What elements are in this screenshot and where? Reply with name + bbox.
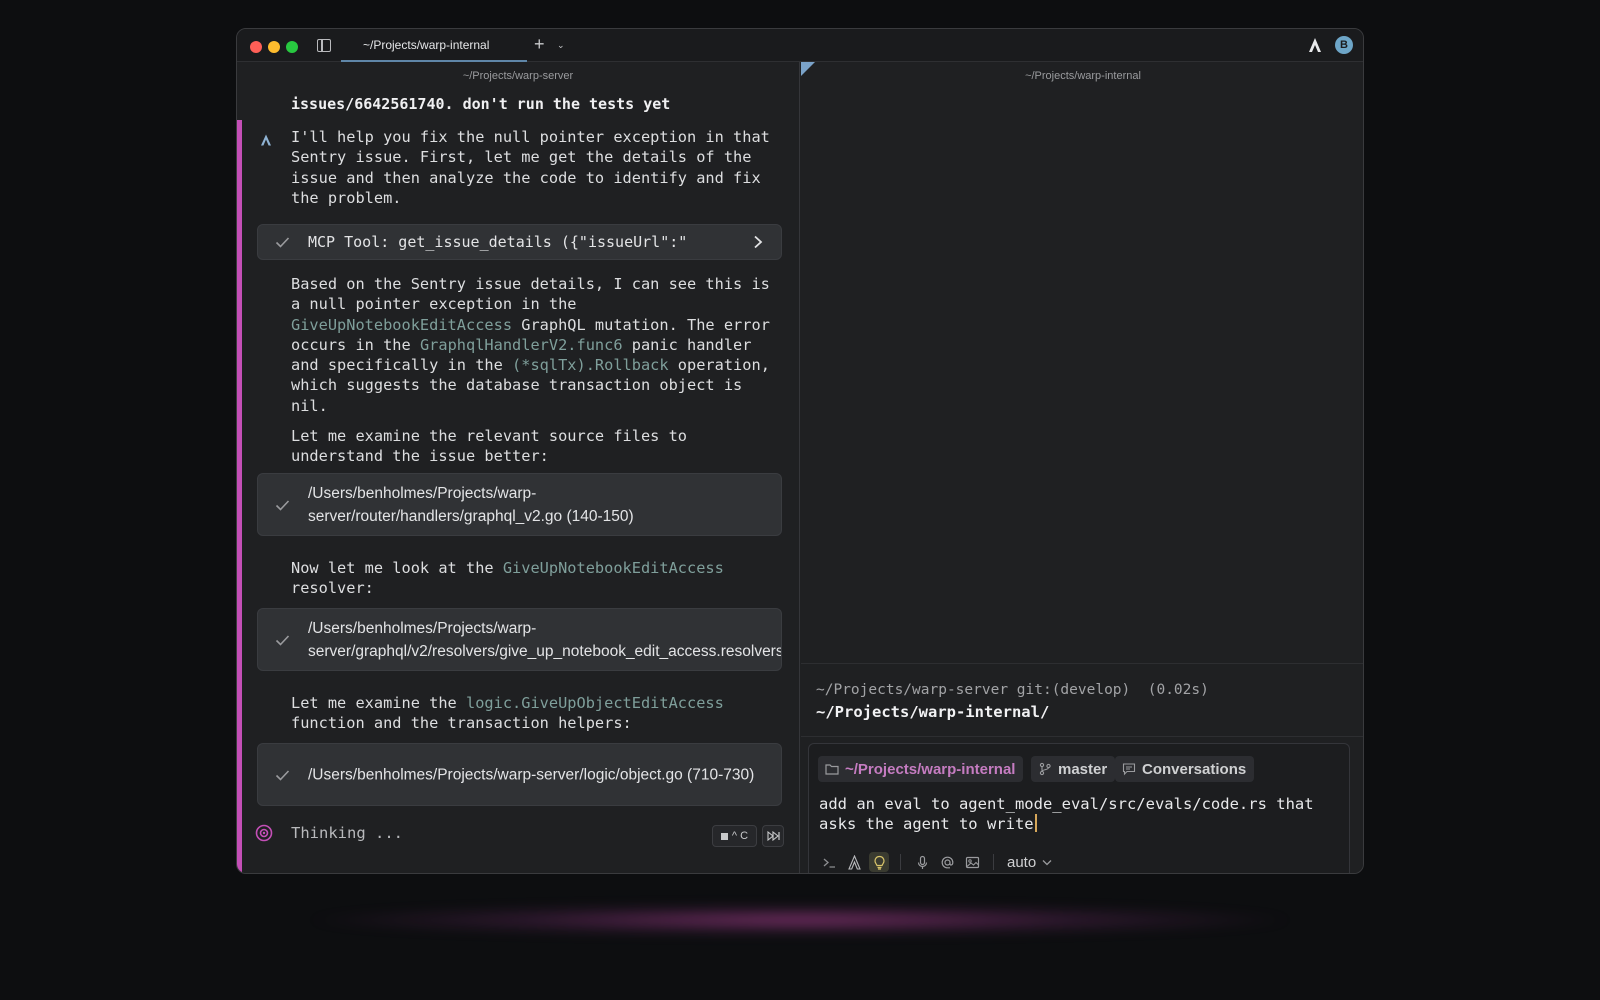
file-path: /Users/benholmes/Projects/warp-server/ro… xyxy=(308,484,634,525)
inline-code: GraphqlHandlerV2.func6 xyxy=(419,335,623,354)
prompt-text: add an eval to agent_mode_eval/src/evals… xyxy=(819,795,1323,834)
folder-icon xyxy=(825,764,839,775)
agent-message-logic: Let me examine the logic.GiveUpObjectEdi… xyxy=(291,693,781,734)
agent-message-intro: I'll help you fix the null pointer excep… xyxy=(291,128,780,207)
mcp-tool-call[interactable]: MCP Tool: get_issue_details ({"issueUrl"… xyxy=(257,224,782,260)
agent-message-resolver: Now let me look at the GiveUpNotebookEdi… xyxy=(291,558,781,599)
conversation-accent-bar xyxy=(237,120,242,873)
inline-code: GiveUpNotebookEditAccess xyxy=(291,315,513,334)
prompt-input[interactable]: add an eval to agent_mode_eval/src/evals… xyxy=(819,794,1339,835)
model-selector[interactable]: auto xyxy=(1007,854,1052,871)
branch-chip[interactable]: master xyxy=(1031,756,1116,782)
toolbar-divider xyxy=(993,854,994,870)
zoom-window-button[interactable] xyxy=(286,41,298,53)
analysis-text: Based on the Sentry issue details, I can… xyxy=(291,275,780,314)
avatar-initial: B xyxy=(1340,39,1348,51)
file-read-card[interactable]: /Users/benholmes/Projects/warp-server/ro… xyxy=(257,473,782,536)
window-glow xyxy=(310,905,1290,935)
user-message: issues/6642561740. don't run the tests y… xyxy=(291,95,671,113)
tab-label: ~/Projects/warp-internal xyxy=(363,37,490,52)
fast-forward-button[interactable] xyxy=(762,825,784,847)
agent-pane[interactable]: ~/Projects/warp-server issues/6642561740… xyxy=(237,62,800,873)
pane-path: ~/Projects/warp-server xyxy=(462,70,574,82)
plus-icon[interactable]: + xyxy=(534,34,545,55)
stop-button[interactable]: ^ C xyxy=(712,825,757,847)
stop-shortcut: ^ C xyxy=(731,830,749,842)
block-divider xyxy=(801,736,1363,737)
directory-chip-label: ~/Projects/warp-internal xyxy=(845,760,1016,778)
chevron-down-icon xyxy=(1042,859,1052,865)
branch-chip-label: master xyxy=(1058,760,1108,778)
check-icon xyxy=(275,237,290,248)
check-icon xyxy=(275,634,290,646)
thinking-status: Thinking ... xyxy=(291,824,403,842)
at-icon[interactable] xyxy=(937,852,957,872)
previous-command-header: ~/Projects/warp-server git:(develop) (0.… xyxy=(816,682,1209,698)
agent-input-box[interactable]: ~/Projects/warp-internal master Conversa… xyxy=(808,743,1350,873)
resolver-text: Now let me look at the xyxy=(291,559,503,577)
file-path: /Users/benholmes/Projects/warp-server/lo… xyxy=(308,766,755,783)
conversations-chip[interactable]: Conversations xyxy=(1115,756,1255,782)
warp-logo-icon[interactable] xyxy=(1307,37,1323,53)
microphone-icon[interactable] xyxy=(912,852,932,872)
terminal-pane[interactable]: ~/Projects/warp-internal ~/Projects/warp… xyxy=(801,62,1363,873)
block-divider xyxy=(801,663,1363,664)
branch-icon xyxy=(1039,762,1051,776)
inline-code: GiveUpNotebookEditAccess xyxy=(502,559,724,577)
lightbulb-icon[interactable] xyxy=(869,852,889,872)
conversations-chip-label: Conversations xyxy=(1142,760,1247,778)
mcp-tool-label: MCP Tool: get_issue_details ({"issueUrl"… xyxy=(308,233,688,251)
image-icon[interactable] xyxy=(962,852,982,872)
text-caret xyxy=(1034,814,1037,833)
file-path: /Users/benholmes/Projects/warp-server/gr… xyxy=(308,619,782,660)
chevron-down-icon[interactable]: ⌄ xyxy=(557,40,565,51)
model-selector-label: auto xyxy=(1007,853,1037,871)
avatar[interactable]: B xyxy=(1335,36,1353,54)
sidebar-toggle-icon[interactable] xyxy=(317,39,331,52)
inline-code: (*sqlTx).Rollback xyxy=(512,356,669,375)
current-directory: ~/Projects/warp-internal/ xyxy=(816,703,1050,721)
inline-code: logic.GiveUpObjectEditAccess xyxy=(465,694,724,712)
directory-chip[interactable]: ~/Projects/warp-internal xyxy=(818,756,1024,782)
pane-path: ~/Projects/warp-internal xyxy=(1025,70,1141,82)
input-toolbar: auto xyxy=(819,850,1052,873)
close-window-button[interactable] xyxy=(250,41,262,53)
check-icon xyxy=(275,769,290,781)
fast-forward-icon xyxy=(766,831,780,841)
tab-warp-internal[interactable]: ~/Projects/warp-internal xyxy=(341,29,527,62)
logic-text: Let me examine the xyxy=(291,694,466,712)
agent-icon[interactable] xyxy=(844,852,864,872)
agent-message-analysis: Based on the Sentry issue details, I can… xyxy=(291,274,781,416)
warp-window: ~/Projects/warp-internal + ⌄ B ~/Project… xyxy=(236,28,1364,874)
chat-icon xyxy=(1122,763,1136,776)
check-icon xyxy=(275,499,290,511)
file-read-card[interactable]: /Users/benholmes/Projects/warp-server/gr… xyxy=(257,608,782,671)
terminal-icon[interactable] xyxy=(819,852,839,872)
stop-icon xyxy=(720,832,728,840)
chevron-right-icon[interactable] xyxy=(753,235,763,249)
thinking-spinner-icon xyxy=(255,824,273,842)
toolbar-divider xyxy=(900,854,901,870)
agent-message-examine: Let me examine the relevant source files… xyxy=(291,427,697,466)
minimize-window-button[interactable] xyxy=(268,41,280,53)
file-read-card[interactable]: /Users/benholmes/Projects/warp-server/lo… xyxy=(257,743,782,806)
title-bar: ~/Projects/warp-internal + ⌄ B xyxy=(237,29,1363,62)
agent-icon xyxy=(261,134,271,146)
